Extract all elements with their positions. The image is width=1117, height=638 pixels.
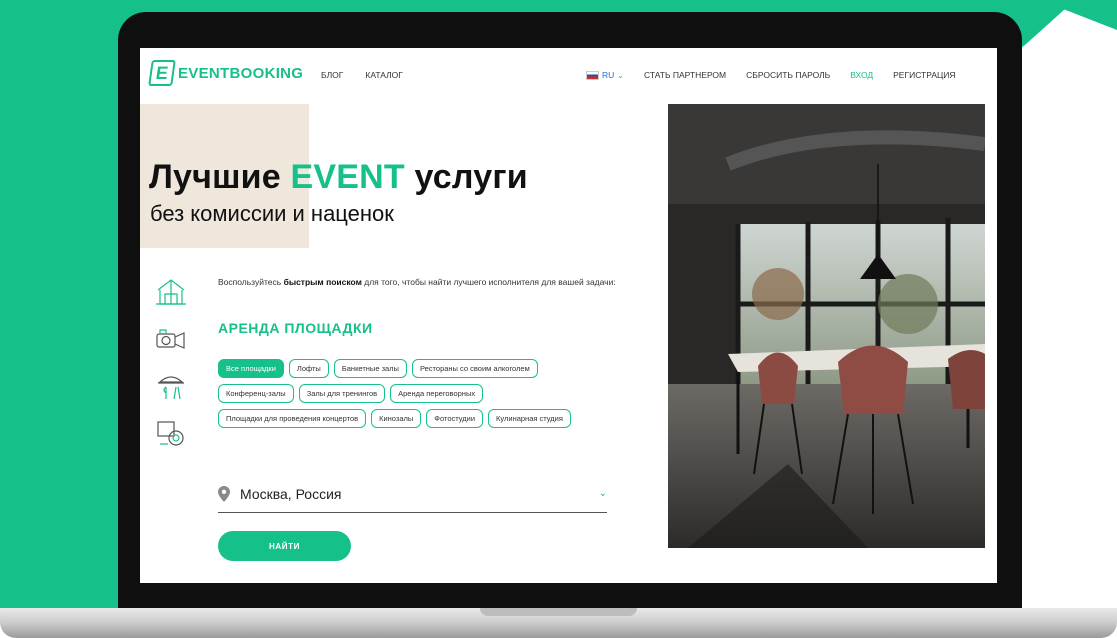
- category-chips: Все площадки Лофты Банкетные залы Рестор…: [218, 359, 608, 428]
- hero-photo-restaurant-interior: [668, 104, 985, 548]
- logo-text: EVENTBOOKING: [178, 64, 304, 82]
- location-value: Москва, Россия: [240, 486, 342, 502]
- laptop-base: [0, 608, 1117, 638]
- hero-subtitle: без комиссии и наценок: [150, 201, 394, 226]
- chip-cinemas[interactable]: Кинозалы: [371, 409, 422, 428]
- chevron-down-icon: ⌄: [617, 70, 624, 80]
- chip-conference-halls[interactable]: Конференц-залы: [218, 384, 294, 403]
- decor-icon[interactable]: [154, 417, 188, 449]
- site-logo[interactable]: E EVENTBOOKING: [148, 60, 304, 86]
- logo-mark: E: [148, 60, 176, 86]
- chip-banquet-halls[interactable]: Банкетные залы: [333, 359, 407, 378]
- intro-before: Воспользуйтесь: [218, 277, 282, 287]
- chip-restaurants-own-alcohol[interactable]: Рестораны со своим алкоголем: [411, 359, 538, 378]
- laptop-screen: E EVENTBOOKING БЛОГ КАТАЛОГ RU ⌄ СТАТЬ П…: [140, 48, 997, 583]
- chip-training-halls[interactable]: Залы для тренингов: [298, 384, 386, 403]
- nav-left: БЛОГ КАТАЛОГ: [321, 70, 403, 80]
- location-select[interactable]: Москва, Россия ⌄: [218, 482, 607, 513]
- chip-lofts[interactable]: Лофты: [288, 359, 329, 378]
- hero-title-part1: Лучшие: [149, 158, 281, 196]
- hero-title-part2: услуги: [414, 158, 528, 196]
- nav-link-reset-password[interactable]: СБРОСИТЬ ПАРОЛЬ: [746, 70, 830, 80]
- camera-equipment-icon[interactable]: [154, 323, 188, 355]
- venue-tent-icon[interactable]: [154, 276, 188, 308]
- category-icons: [154, 276, 188, 464]
- chevron-down-icon: ⌄: [598, 488, 607, 499]
- laptop-base-notch: [480, 608, 637, 616]
- section-title: АРЕНДА ПЛОЩАДКИ: [218, 320, 373, 336]
- hero-title: Лучшие EVENT услуги: [149, 158, 528, 197]
- nav-link-login[interactable]: ВХОД: [850, 70, 873, 80]
- map-pin-icon: [218, 486, 230, 502]
- language-selector[interactable]: RU ⌄: [586, 70, 624, 80]
- nav-link-register[interactable]: РЕГИСТРАЦИЯ: [893, 70, 955, 80]
- hero-title-accent: EVENT: [290, 158, 405, 196]
- nav-right: RU ⌄ СТАТЬ ПАРТНЕРОМ СБРОСИТЬ ПАРОЛЬ ВХО…: [586, 70, 956, 80]
- chip-all-venues[interactable]: Все площадки: [218, 359, 284, 378]
- intro-after: для того, чтобы найти лучшего исполнител…: [364, 277, 616, 287]
- nav-link-become-partner[interactable]: СТАТЬ ПАРТНЕРОМ: [644, 70, 726, 80]
- find-button[interactable]: НАЙТИ: [218, 531, 351, 561]
- language-code: RU: [602, 70, 615, 80]
- chip-culinary-studio[interactable]: Кулинарная студия: [488, 409, 571, 428]
- nav-link-blog[interactable]: БЛОГ: [321, 70, 343, 80]
- chip-photo-studios[interactable]: Фотостудии: [426, 409, 484, 428]
- chip-concert-venues[interactable]: Площадки для проведения концертов: [218, 409, 367, 428]
- russian-flag-icon: [586, 70, 599, 80]
- catering-icon[interactable]: [154, 370, 188, 402]
- nav-link-catalog[interactable]: КАТАЛОГ: [365, 70, 403, 80]
- intro-text: Воспользуйтесь быстрым поиском для того,…: [218, 276, 618, 289]
- intro-bold: быстрым поиском: [283, 277, 362, 287]
- chip-meeting-rooms[interactable]: Аренда переговорных: [390, 384, 484, 403]
